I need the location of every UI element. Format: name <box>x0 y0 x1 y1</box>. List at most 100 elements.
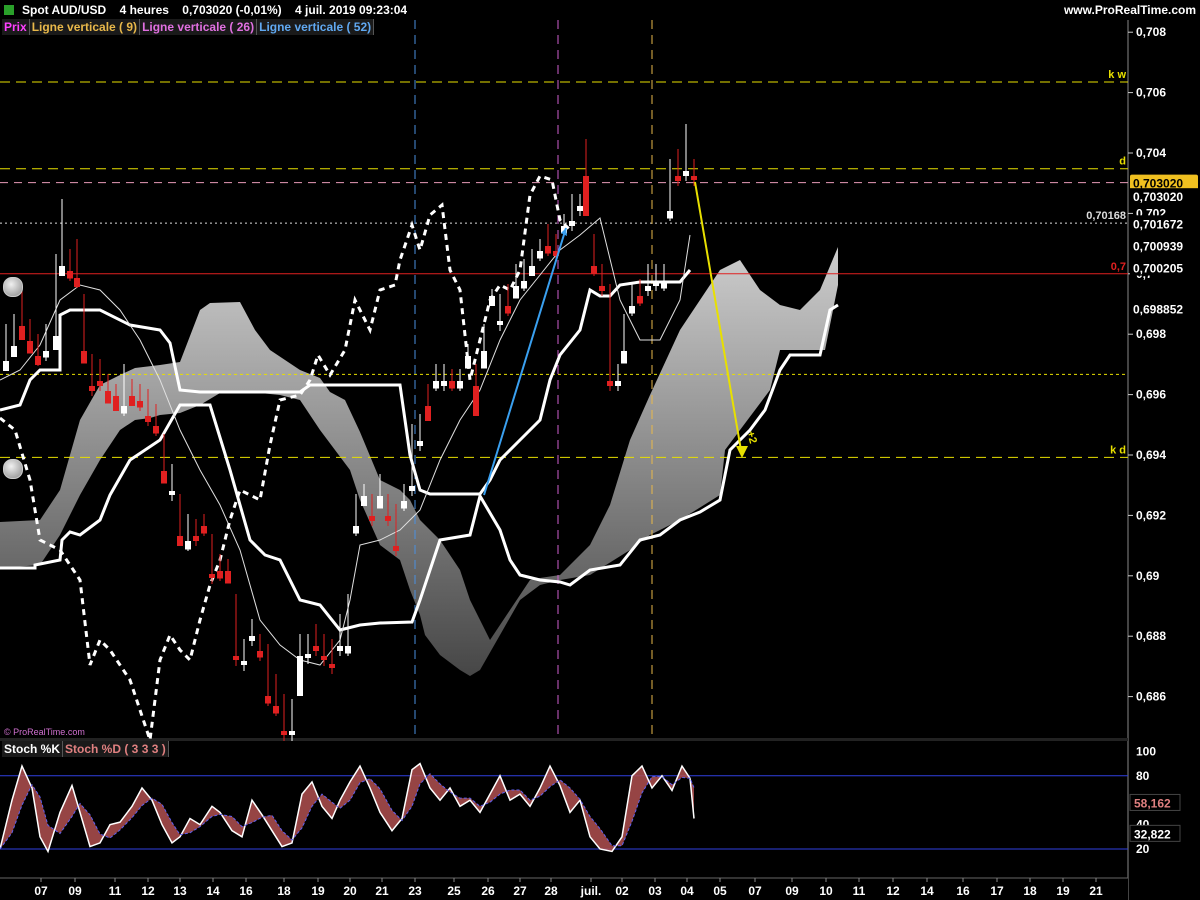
candle <box>607 381 613 386</box>
projection-arrow-icon <box>736 446 748 458</box>
candle <box>257 651 263 658</box>
chart-canvas[interactable]: k wd0,701680,7k d+20,7080,7060,7040,7020… <box>0 0 1200 900</box>
candle <box>653 281 659 286</box>
candle <box>129 396 135 406</box>
stoch-tick-label: 100 <box>1136 744 1156 758</box>
candle <box>53 336 59 350</box>
price-legend: Prix Ligne verticale ( 9) Ligne verticale … <box>2 19 375 35</box>
candle <box>185 541 191 550</box>
time-tick-label: 02 <box>615 884 629 898</box>
legend-vertical-26[interactable]: Ligne verticale ( 26) <box>140 19 258 35</box>
candle <box>521 281 527 289</box>
time-tick-label: 16 <box>239 884 253 898</box>
time-tick-label: 05 <box>713 884 727 898</box>
price-tick-label: 0,708 <box>1136 25 1166 39</box>
price-tick-label: 0,686 <box>1136 690 1166 704</box>
candle <box>691 176 697 180</box>
price-label: 0,703020 <box>1133 190 1183 204</box>
candle <box>145 416 151 422</box>
legend-prix[interactable]: Prix <box>2 19 30 35</box>
level-label: k w <box>1108 69 1126 81</box>
candle <box>577 206 583 211</box>
candle <box>345 646 351 654</box>
candle <box>233 656 239 660</box>
time-tick-label: 21 <box>375 884 389 898</box>
candle <box>385 516 391 521</box>
time-tick-label: 03 <box>648 884 662 898</box>
candle <box>481 351 487 369</box>
candle <box>529 266 535 276</box>
candle <box>417 441 423 446</box>
level-label: d <box>1119 156 1126 168</box>
price-tick-label: 0,706 <box>1136 86 1166 100</box>
candle <box>81 351 87 364</box>
legend-stoch-k[interactable]: Stoch %K <box>2 741 64 757</box>
copyright: © ProRealTime.com <box>4 727 85 737</box>
candle <box>169 491 175 495</box>
candle <box>441 381 447 386</box>
candle <box>105 391 111 404</box>
candle <box>591 266 597 274</box>
time-tick-label: 04 <box>680 884 694 898</box>
time-tick-label: 09 <box>68 884 82 898</box>
candle <box>401 501 407 509</box>
time-tick-label: 07 <box>34 884 48 898</box>
stoch-value-label: 32,822 <box>1134 827 1171 841</box>
candle <box>153 426 159 434</box>
candle <box>265 696 271 704</box>
legend-stoch-d[interactable]: Stoch %D ( 3 3 3 ) <box>63 741 169 757</box>
time-tick-label: 11 <box>109 884 122 898</box>
time-tick-label: 09 <box>785 884 799 898</box>
candle <box>409 486 415 491</box>
candle <box>473 386 479 416</box>
level-label: 0,70168 <box>1086 210 1126 222</box>
stoch-fill <box>0 763 694 852</box>
candle <box>74 278 80 287</box>
price-label: 0,701672 <box>1133 217 1183 231</box>
price-tick-label: 0,704 <box>1136 146 1166 160</box>
alert-bell-icon[interactable] <box>3 459 23 479</box>
candle <box>599 286 605 291</box>
alert-bell-icon[interactable] <box>3 277 23 297</box>
time-tick-label: 12 <box>141 884 155 898</box>
candle <box>193 536 199 541</box>
candle <box>489 296 495 306</box>
candle <box>35 356 41 365</box>
candle <box>137 401 143 408</box>
candle <box>449 381 455 389</box>
candle <box>305 654 311 658</box>
candle <box>465 356 471 369</box>
brand-link[interactable]: www.ProRealTime.com <box>1064 0 1196 20</box>
status-light-icon <box>4 5 14 15</box>
price-label: 0,700939 <box>1133 239 1183 253</box>
time-tick-label: 12 <box>886 884 900 898</box>
candle <box>537 251 543 259</box>
candle <box>615 381 621 386</box>
candle <box>121 406 127 414</box>
candle <box>497 321 503 325</box>
candle <box>321 656 327 660</box>
candle <box>67 271 73 279</box>
candle <box>289 731 295 735</box>
candle <box>249 636 255 641</box>
candle <box>393 546 399 551</box>
candle <box>329 664 335 668</box>
legend-vertical-9[interactable]: Ligne verticale ( 9) <box>29 19 141 35</box>
candle <box>433 381 439 389</box>
time-tick-label: 21 <box>1089 884 1103 898</box>
level-label: k d <box>1110 444 1126 456</box>
candle <box>3 361 9 371</box>
candle <box>225 571 231 584</box>
price-tick-label: 0,694 <box>1136 448 1166 462</box>
time-tick-label: 23 <box>408 884 422 898</box>
candle <box>201 526 207 534</box>
candle <box>457 381 463 389</box>
time-tick-label: juil. <box>580 884 602 898</box>
candle <box>569 221 575 226</box>
candle <box>637 296 643 304</box>
candle <box>337 646 343 651</box>
price-tick-label: 0,692 <box>1136 508 1166 522</box>
candle <box>353 526 359 534</box>
price-label: 0,698852 <box>1133 302 1183 316</box>
legend-vertical-52[interactable]: Ligne verticale ( 52) <box>257 19 375 35</box>
